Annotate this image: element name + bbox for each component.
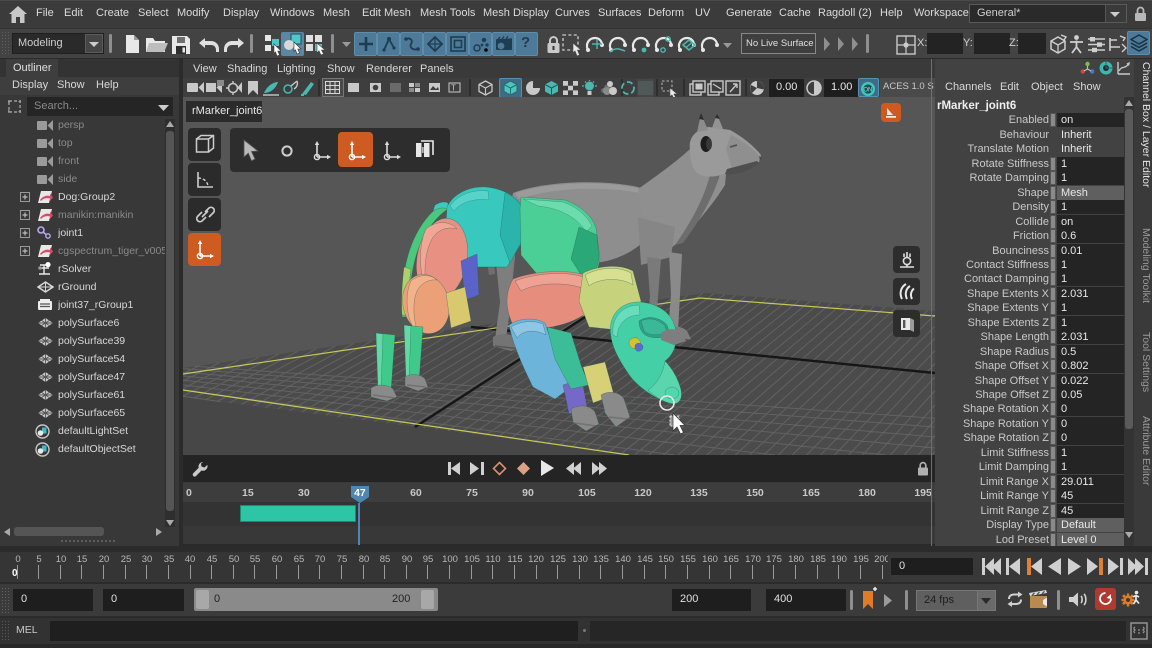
svg-text:ON: ON: [863, 88, 872, 94]
svg-text:T: T: [451, 84, 456, 93]
